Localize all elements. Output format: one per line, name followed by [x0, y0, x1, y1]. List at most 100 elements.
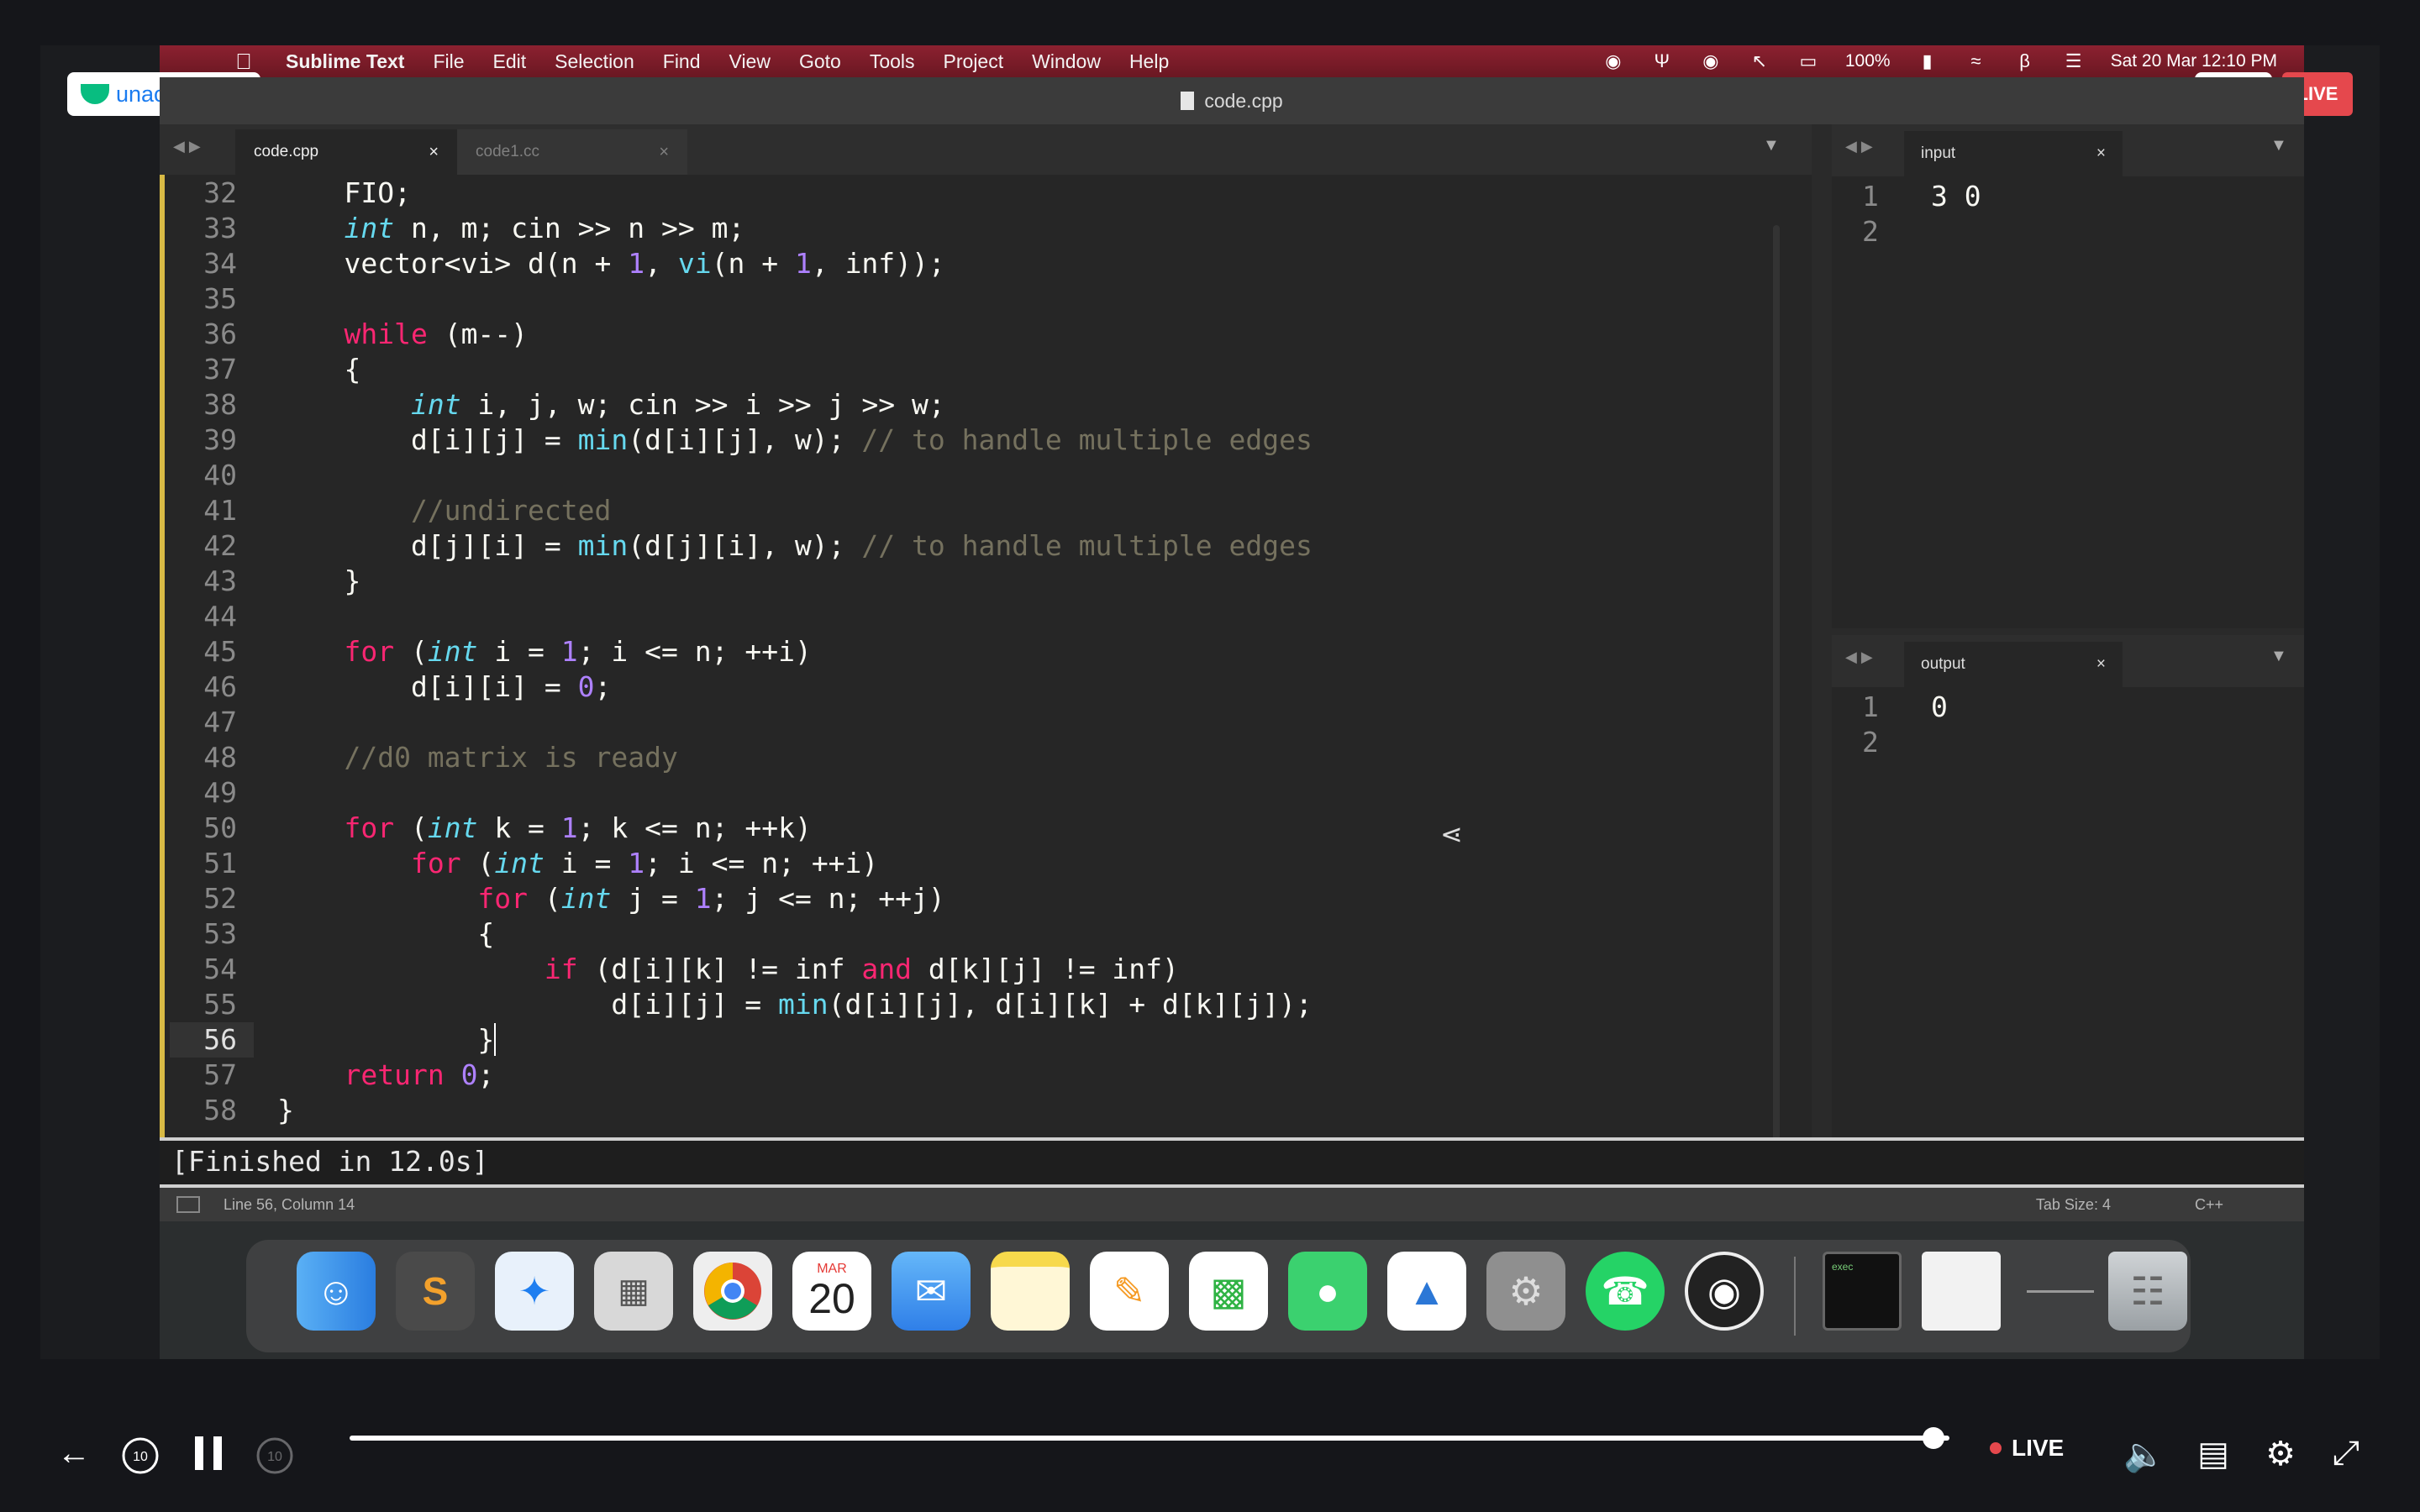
chrome-icon[interactable] [693, 1252, 772, 1331]
tab-code-cpp[interactable]: code.cpp × [235, 129, 457, 175]
line-number: 46 [203, 670, 237, 703]
input-line[interactable]: 3 0 [1931, 180, 1981, 213]
messages-icon[interactable]: ● [1288, 1252, 1367, 1331]
macos-dock: ☺ S ✦ ▦ MAR 20 ✉ ✎ ▩ ● ▲ ⚙ ☎ ◉ exec ☷ [246, 1240, 2191, 1352]
tab-nav-arrows-icon[interactable]: ◀ ▶ [173, 138, 201, 155]
live-dot-icon [1990, 1442, 2002, 1454]
tab-output[interactable]: output × [1904, 642, 2123, 687]
document-icon[interactable] [1922, 1252, 2001, 1331]
usb-icon[interactable]: Ψ [1650, 50, 1674, 71]
battery-icon[interactable]: ▮ [1916, 50, 1939, 71]
settings-gear-icon[interactable]: ⚙ [2262, 1435, 2299, 1473]
video-frame:  Sublime Text File Edit Selection Find … [40, 45, 2380, 1359]
display-icon[interactable]: ▭ [1797, 50, 1820, 71]
notes-icon[interactable] [991, 1252, 1070, 1331]
tab-size[interactable]: Tab Size: 4 [2036, 1196, 2111, 1214]
tab-nav-arrows-icon[interactable]: ◀ ▶ [1845, 648, 1873, 666]
input-tab-bar: ◀ ▶ input × ▼ [1832, 124, 2304, 176]
numbers-icon[interactable]: ▩ [1189, 1252, 1268, 1331]
pages-icon[interactable]: ✎ [1090, 1252, 1169, 1331]
wifi-icon[interactable]: ≈ [1965, 50, 1988, 71]
exit-fullscreen-icon[interactable]: ⤢ [2328, 1435, 2365, 1473]
panel-toggle-icon[interactable] [176, 1196, 200, 1213]
menubar-datetime[interactable]: Sat 20 Mar 12:10 PM [2111, 51, 2277, 71]
vertical-scrollbar[interactable] [1773, 225, 1780, 1149]
menu-window[interactable]: Window [1032, 50, 1101, 73]
trash-icon[interactable]: ☷ [2108, 1252, 2187, 1331]
apple-icon[interactable]:  [227, 49, 260, 75]
line-number: 42 [203, 529, 237, 562]
progress-bar[interactable] [350, 1436, 1949, 1441]
menu-project[interactable]: Project [944, 50, 1004, 73]
pause-icon[interactable] [188, 1435, 229, 1472]
toggle-icon[interactable]: ◉ [1699, 50, 1723, 71]
finder-icon[interactable]: ☺ [297, 1252, 376, 1331]
editor-tab-bar: ◀ ▶ code.cpp × code1.cc × ▼ [160, 124, 1812, 175]
bluetooth-icon[interactable]: β [2013, 50, 2037, 71]
menu-app-name[interactable]: Sublime Text [286, 50, 404, 73]
close-icon[interactable]: × [429, 143, 439, 162]
code-line: for (int i = 1; i <= n; ++i) [410, 847, 879, 879]
menu-help[interactable]: Help [1129, 50, 1169, 73]
live-indicator[interactable]: LIVE [1990, 1435, 2064, 1462]
code-line: for (int i = 1; i <= n; ++i) [344, 635, 812, 668]
terminal-icon[interactable]: exec [1823, 1252, 1902, 1331]
stack-line [2027, 1289, 2094, 1293]
tab-dropdown-icon[interactable]: ▼ [1763, 136, 1780, 155]
code-line: d[i][j] = min(d[i][j], w); // to handle … [277, 423, 1313, 456]
menu-tools[interactable]: Tools [870, 50, 915, 73]
tab-input[interactable]: input × [1904, 131, 2123, 176]
output-line[interactable]: 0 [1931, 690, 1948, 723]
code-line: FIO; [277, 176, 411, 209]
keynote-icon[interactable]: ▲ [1387, 1252, 1466, 1331]
battery-percent: 100% [1844, 51, 1891, 71]
menu-view[interactable]: View [729, 50, 771, 73]
control-center-icon[interactable]: ☰ [2062, 50, 2086, 71]
sublime-text-icon[interactable]: S [396, 1252, 475, 1331]
line-number: 1 [1862, 180, 1879, 213]
line-number: 58 [203, 1094, 237, 1126]
line-number: 52 [203, 882, 237, 915]
launchpad-icon[interactable]: ▦ [594, 1252, 673, 1331]
system-preferences-icon[interactable]: ⚙ [1486, 1252, 1565, 1331]
progress-knob[interactable] [1922, 1427, 1944, 1449]
line-number: 55 [203, 988, 237, 1021]
back-arrow-icon[interactable]: ← [57, 1435, 91, 1473]
obs-icon[interactable]: ◉ [1685, 1252, 1764, 1331]
tab-dropdown-icon[interactable]: ▼ [2270, 136, 2287, 155]
tab-nav-arrows-icon[interactable]: ◀ ▶ [1845, 138, 1873, 155]
downloads-stack-icon[interactable] [2021, 1252, 2100, 1331]
i-beam-cursor-icon: ⋖ [1440, 819, 1463, 849]
code-line: d[i][j] = min(d[i][j], d[i][k] + d[k][j]… [277, 988, 1313, 1021]
close-icon[interactable]: × [2096, 655, 2106, 674]
whatsapp-icon[interactable]: ☎ [1586, 1252, 1665, 1331]
obs-status-icon[interactable]: ◉ [1602, 50, 1625, 71]
safari-icon[interactable]: ✦ [495, 1252, 574, 1331]
chat-icon[interactable]: ▤ [2195, 1435, 2232, 1473]
tab-label: output [1921, 655, 1965, 673]
tab-dropdown-icon[interactable]: ▼ [2270, 647, 2287, 666]
input-panel: ◀ ▶ input × ▼ 1 2 3 0 [1832, 124, 2304, 628]
cursor-icon[interactable]: ↖ [1748, 50, 1771, 71]
menu-edit[interactable]: Edit [493, 50, 527, 73]
calendar-icon[interactable]: MAR 20 [792, 1252, 871, 1331]
line-number: 35 [203, 282, 237, 315]
svg-text:10: 10 [267, 1450, 282, 1464]
menu-file[interactable]: File [433, 50, 464, 73]
close-icon[interactable]: × [2096, 144, 2106, 163]
mail-icon[interactable]: ✉ [892, 1252, 971, 1331]
menu-find[interactable]: Find [663, 50, 701, 73]
close-icon[interactable]: × [659, 143, 669, 162]
code-line: d[j][i] = min(d[j][i], w); // to handle … [277, 529, 1313, 562]
syntax-mode[interactable]: C++ [2195, 1196, 2223, 1214]
rewind-10-icon[interactable]: 10 [118, 1435, 163, 1477]
menu-goto[interactable]: Goto [799, 50, 841, 73]
line-number: 54 [203, 953, 237, 985]
code-line: for (int k = 1; k <= n; ++k) [344, 811, 812, 844]
menu-selection[interactable]: Selection [555, 50, 634, 73]
tab-code1-cc[interactable]: code1.cc × [457, 129, 687, 175]
code-editor[interactable]: 32 33 34 35 36 37 38 39 40 41 42 43 44 45 46 47 48 49 50 51… [160, 175, 1812, 1215]
volume-icon[interactable]: 🔈 [2123, 1435, 2165, 1474]
line-number: 2 [1862, 215, 1879, 248]
forward-10-icon[interactable]: 10 [252, 1435, 297, 1477]
